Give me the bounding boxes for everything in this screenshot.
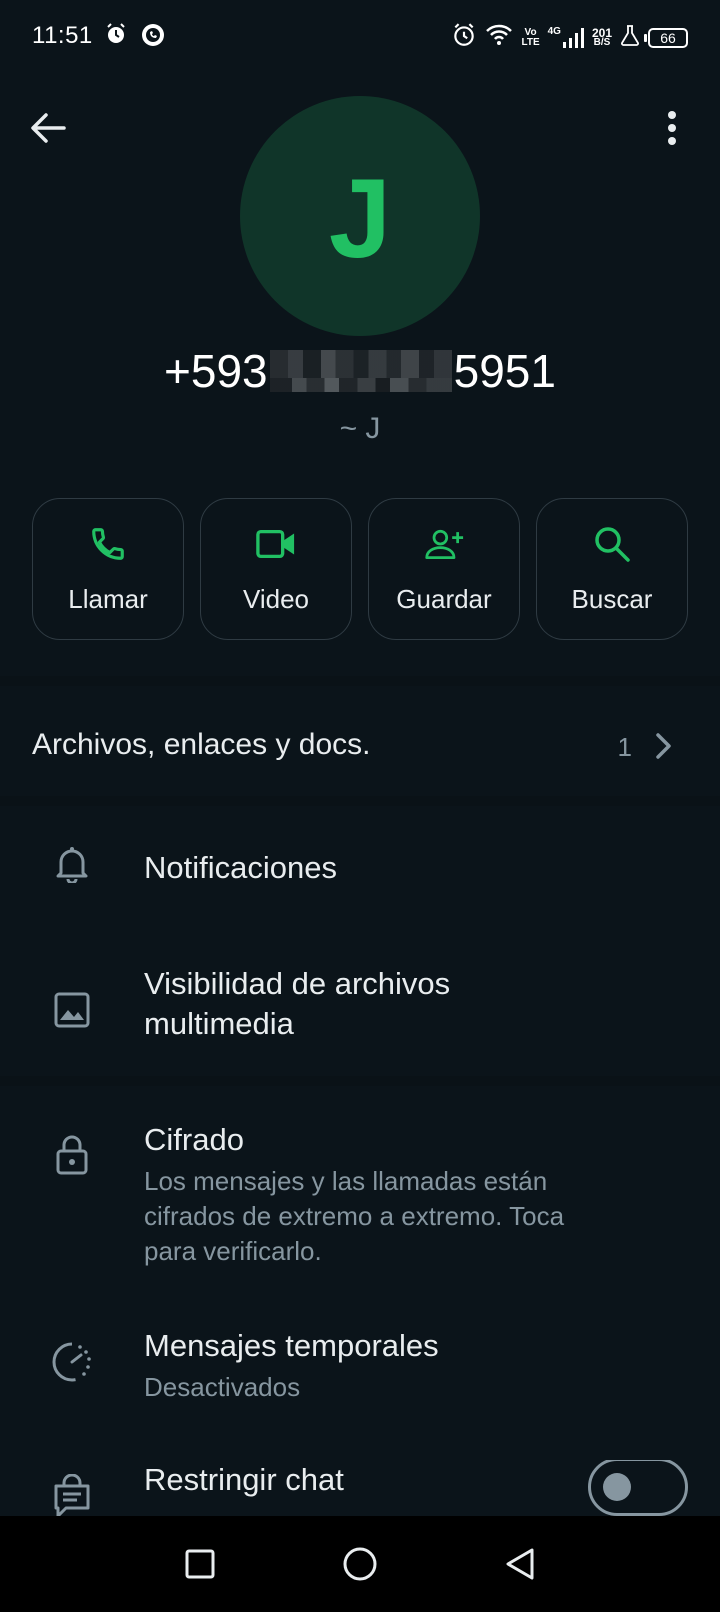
contact-push-name: ~ J xyxy=(339,412,381,445)
encryption-row[interactable]: Cifrado Los mensajes y las llamadas está… xyxy=(0,1120,720,1280)
triangle-back-icon xyxy=(506,1548,534,1580)
quick-actions: Llamar Video Guardar Buscar xyxy=(32,498,688,640)
disappearing-messages-row[interactable]: Mensajes temporales Desactivados xyxy=(0,1326,720,1416)
contact-info-screen: 11:51 Vo LTE 4G 201 B/S 66 J +593 5951 ~… xyxy=(0,0,720,1612)
battery-indicator: 66 xyxy=(644,27,688,48)
chevron-right-icon xyxy=(656,733,671,759)
section-divider xyxy=(0,796,720,806)
back-button[interactable] xyxy=(24,104,72,152)
whatsapp-notification-icon xyxy=(140,22,166,53)
save-contact-button[interactable]: Guardar xyxy=(368,498,520,640)
status-bar: 11:51 Vo LTE 4G 201 B/S 66 xyxy=(0,0,720,72)
signal-icon: 4G xyxy=(548,26,584,49)
media-links-docs-row[interactable]: Archivos, enlaces y docs. 1 xyxy=(0,716,720,776)
video-call-button[interactable]: Video xyxy=(200,498,352,640)
flask-icon xyxy=(620,24,640,51)
home-button[interactable] xyxy=(336,1540,384,1588)
media-count: 1 xyxy=(617,732,632,762)
section-divider xyxy=(0,676,720,686)
square-icon xyxy=(185,1549,215,1579)
phone-icon xyxy=(88,524,128,564)
media-visibility-row[interactable]: Visibilidad de archivos multimedia xyxy=(0,960,720,1060)
contact-phone-number: +593 5951 xyxy=(164,345,556,397)
circle-icon xyxy=(343,1547,377,1581)
arrow-left-icon xyxy=(31,113,66,143)
avatar-letter: J xyxy=(328,155,392,281)
status-time: 11:51 xyxy=(32,22,93,49)
volte-indicator: Vo LTE xyxy=(521,26,540,48)
restrict-chat-row[interactable]: Restringir chat xyxy=(0,1460,720,1516)
image-icon xyxy=(48,986,96,1034)
timer-icon xyxy=(48,1338,96,1386)
call-button[interactable]: Llamar xyxy=(32,498,184,640)
toggle-knob xyxy=(603,1473,631,1501)
alarm-icon xyxy=(104,22,128,53)
search-icon xyxy=(592,524,632,564)
search-button[interactable]: Buscar xyxy=(536,498,688,640)
notifications-row[interactable]: Notificaciones xyxy=(0,830,720,906)
more-vert-icon xyxy=(668,111,676,145)
section-divider xyxy=(0,1076,720,1086)
redacted-digits xyxy=(268,350,454,392)
bell-icon xyxy=(48,840,96,888)
network-speed: 201 B/S xyxy=(591,25,612,48)
restrict-chat-toggle[interactable] xyxy=(588,1460,688,1516)
video-icon xyxy=(256,524,296,564)
contact-avatar[interactable]: J xyxy=(240,96,480,336)
system-navigation-bar xyxy=(0,1516,720,1612)
add-contact-icon xyxy=(424,524,464,564)
wifi-icon xyxy=(485,23,513,52)
alarm-icon-right xyxy=(451,22,477,53)
more-options-button[interactable] xyxy=(648,104,696,152)
back-nav-button[interactable] xyxy=(496,1540,544,1588)
recents-button[interactable] xyxy=(176,1540,224,1588)
chat-lock-icon xyxy=(48,1472,96,1516)
lock-icon xyxy=(48,1130,96,1178)
